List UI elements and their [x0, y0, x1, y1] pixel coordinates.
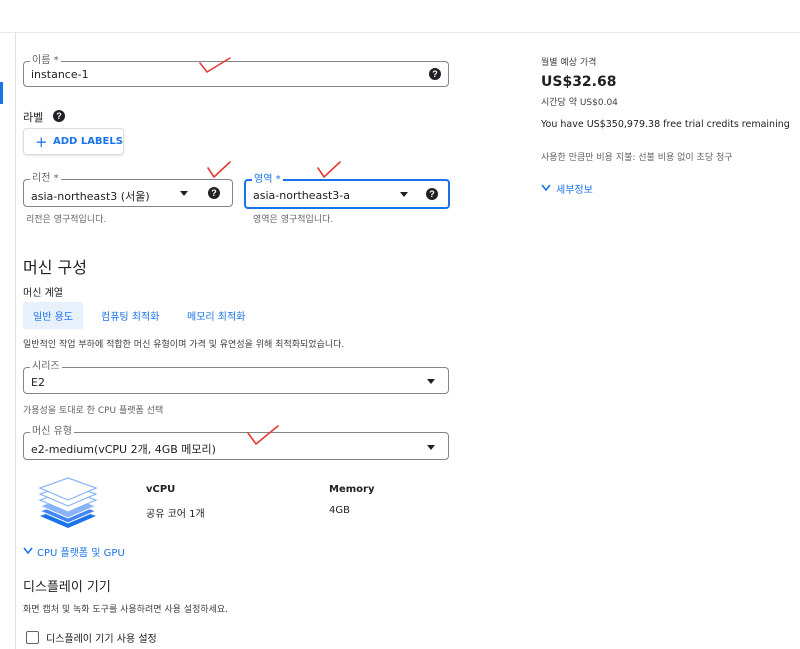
left-divider	[15, 32, 16, 649]
hourly-price: 시간당 약 US$0.04	[541, 98, 618, 108]
series-value: E2	[31, 376, 45, 389]
annotation-check-icon	[247, 425, 279, 445]
annotation-check-icon	[317, 161, 341, 178]
machine-type-label: 머신 유형	[30, 425, 74, 439]
machine-type-select[interactable]: 머신 유형 e2-medium(vCPU 2개, 4GB 메모리)	[23, 425, 449, 460]
zone-select[interactable]: 영역 * asia-northeast3-a ?	[244, 173, 450, 209]
series-select[interactable]: 시리즈 E2	[23, 360, 449, 394]
display-device-checkbox[interactable]	[26, 631, 39, 644]
trial-credits-text: You have US$350,979.38 free trial credit…	[541, 119, 790, 130]
dropdown-arrow-icon	[180, 191, 188, 196]
machine-family-label: 머신 계열	[23, 288, 63, 299]
top-bar	[0, 0, 800, 33]
labels-title: 라벨	[23, 111, 44, 124]
machine-type-value: e2-medium(vCPU 2개, 4GB 메모리)	[31, 443, 216, 456]
display-device-checkbox-label: 디스플레이 기기 사용 설정	[46, 634, 157, 645]
region-label: 리전 *	[30, 172, 61, 186]
plus-icon: +	[35, 133, 48, 151]
dropdown-arrow-icon	[427, 445, 435, 450]
chevron-down-icon	[541, 184, 551, 192]
tab-compute-optimized[interactable]: 컴퓨팅 최적화	[101, 308, 159, 323]
tab-general-purpose[interactable]: 일반 용도	[23, 302, 83, 329]
instance-name-label: 이름 *	[30, 54, 61, 68]
series-label: 시리즈	[30, 360, 62, 374]
nav-active-indicator	[0, 82, 3, 104]
zone-label: 영역 *	[252, 173, 283, 187]
details-link[interactable]: 세부정보	[556, 181, 593, 196]
zone-value: asia-northeast3-a	[253, 189, 351, 202]
help-icon[interactable]: ?	[429, 68, 441, 80]
region-help-icon[interactable]: ?	[208, 187, 220, 199]
chevron-down-icon	[23, 547, 33, 555]
zone-hint: 영역은 영구적입니다.	[253, 215, 334, 225]
tab-memory-optimized[interactable]: 메모리 최적화	[187, 308, 245, 323]
display-device-heading: 디스플레이 기기	[23, 580, 111, 595]
annotation-check-icon	[199, 57, 231, 73]
machine-stack-icon	[38, 477, 98, 528]
display-device-description: 화면 캡처 및 녹화 도구를 사용하려면 사용 설정하세요.	[23, 605, 229, 615]
cpu-platform-link[interactable]: CPU 플랫폼 및 GPU	[37, 544, 125, 559]
labels-help-icon[interactable]: ?	[53, 110, 65, 122]
machine-family-description: 일반적인 작업 부하에 적합한 머신 유형이며 가격 및 유연성을 위해 최적화…	[23, 340, 345, 350]
add-labels-button[interactable]: + ADD LABELS	[23, 128, 124, 155]
zone-help-icon[interactable]: ?	[426, 188, 438, 200]
vcpu-title: vCPU	[146, 484, 176, 495]
add-labels-label: ADD LABELS	[53, 136, 123, 147]
dropdown-arrow-icon	[427, 379, 435, 384]
machine-config-heading: 머신 구성	[23, 258, 87, 277]
monthly-price: US$32.68	[541, 74, 617, 90]
memory-title: Memory	[329, 484, 375, 495]
instance-name-input[interactable]: instance-1	[31, 68, 89, 81]
annotation-check-icon	[207, 161, 231, 178]
region-value: asia-northeast3 (서울)	[31, 190, 150, 203]
pricing-title: 월별 예상 가격	[541, 58, 597, 68]
memory-value: 4GB	[329, 505, 350, 516]
billing-note: 사용한 만큼만 비용 지불: 선불 비용 없이 초당 청구	[541, 153, 733, 163]
region-hint: 리전은 영구적입니다.	[26, 215, 107, 225]
region-select[interactable]: 리전 * asia-northeast3 (서울) ?	[23, 172, 233, 207]
dropdown-arrow-icon	[400, 192, 408, 197]
instance-name-field[interactable]: 이름 * instance-1 ?	[23, 54, 449, 87]
series-hint: 가용성을 토대로 한 CPU 플랫폼 선택	[23, 406, 164, 416]
vcpu-value: 공유 코어 1개	[146, 509, 205, 520]
